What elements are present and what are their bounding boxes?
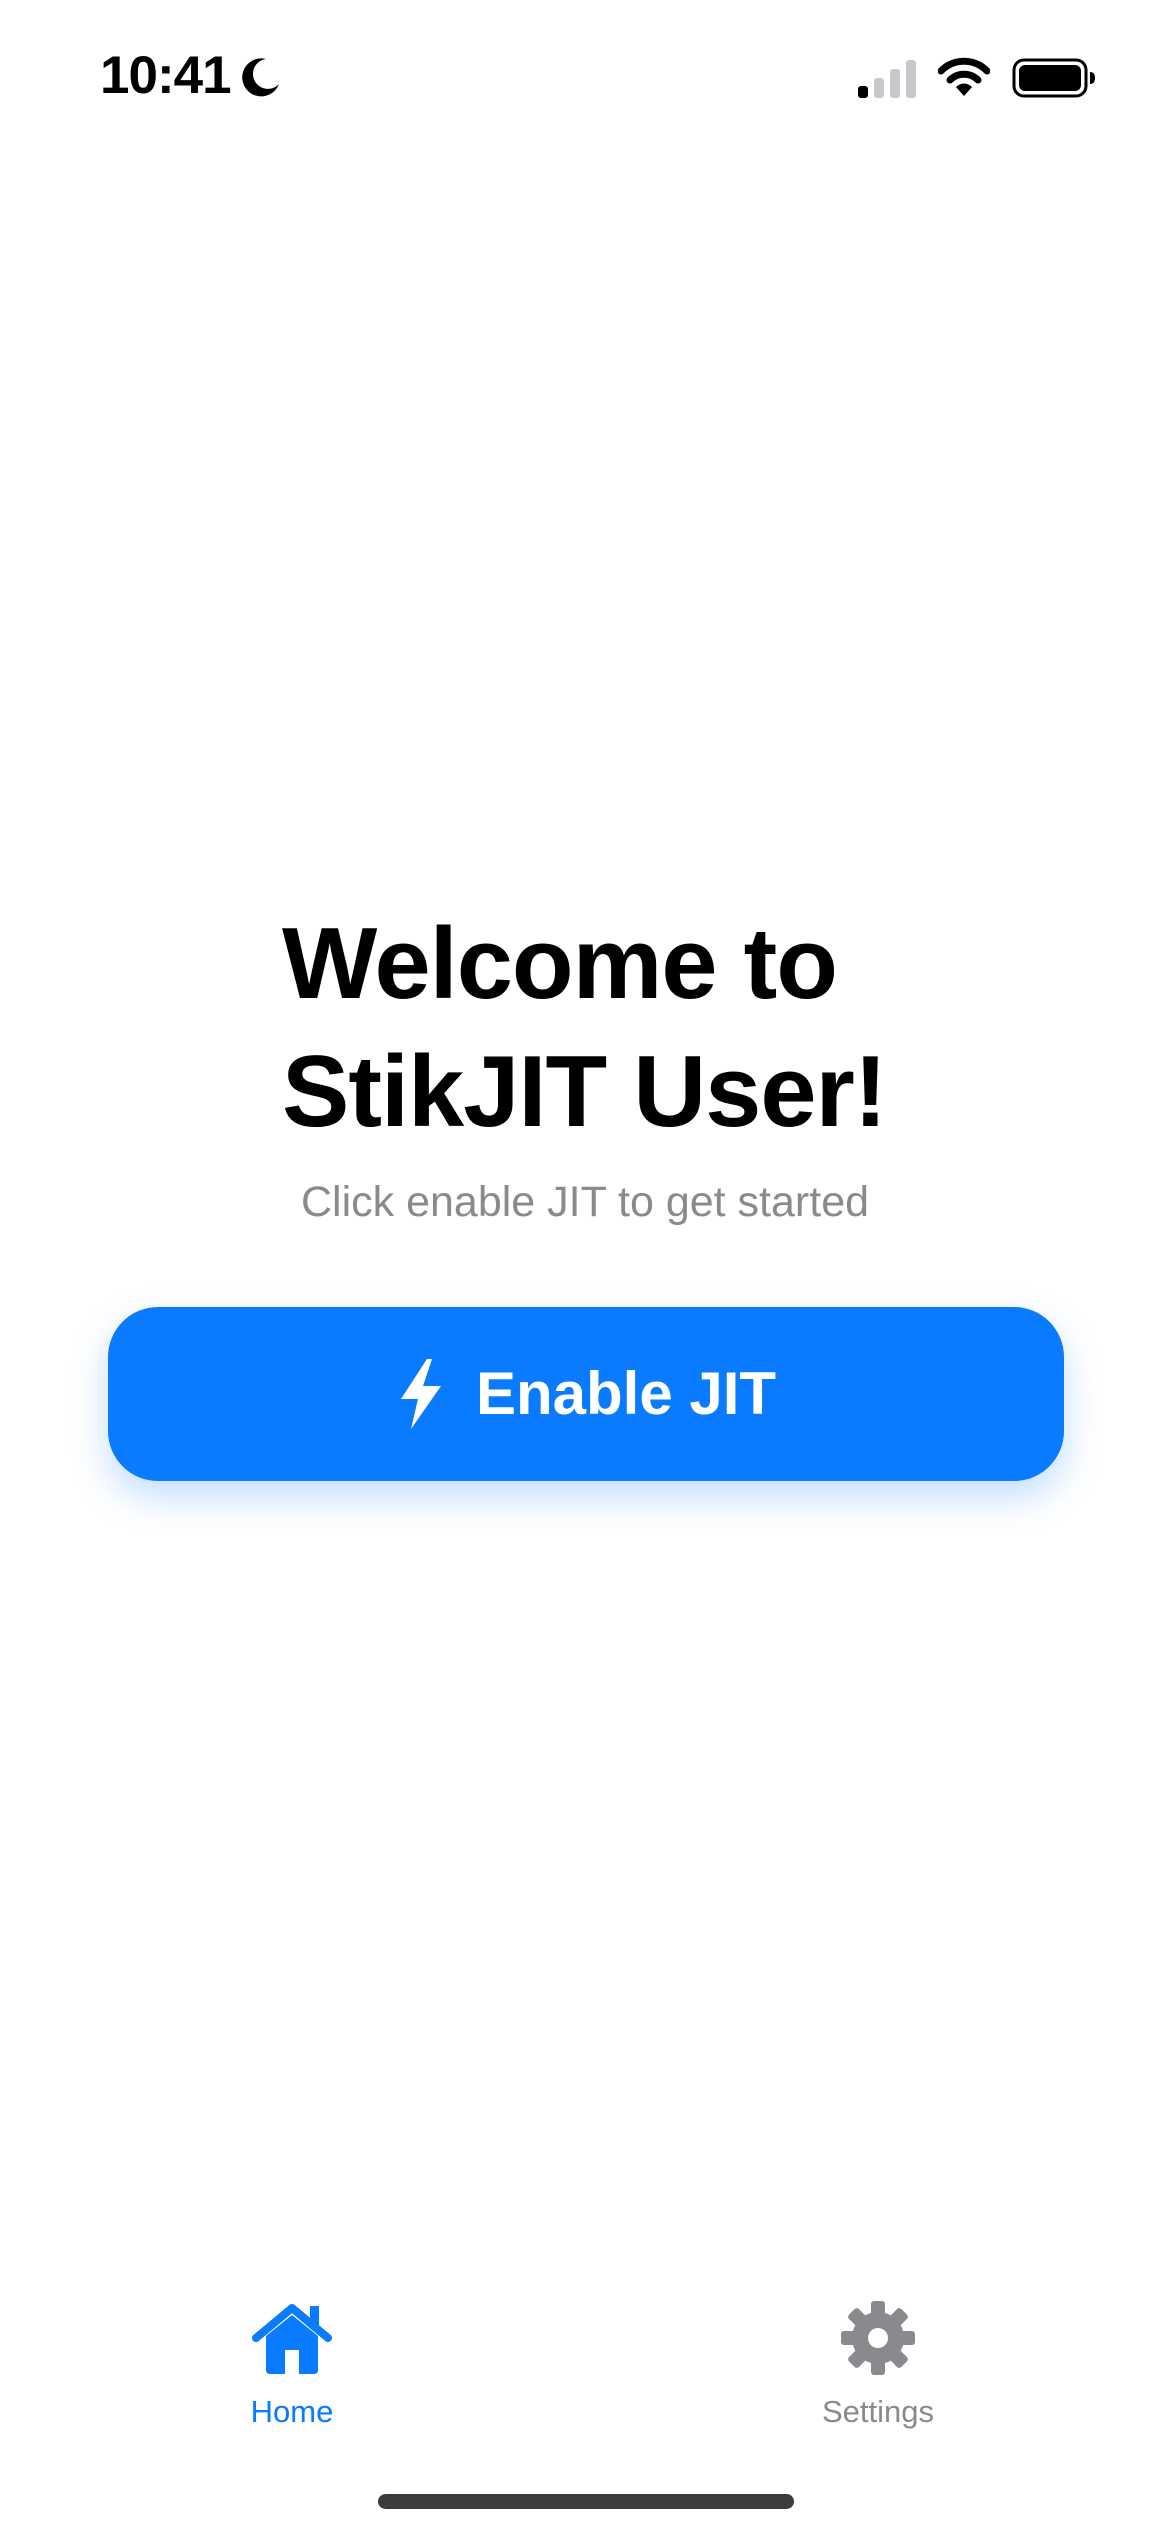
moon-icon: [242, 58, 279, 97]
tab-bar: Home Settings: [0, 2270, 1170, 2460]
house-icon: [252, 2304, 332, 2374]
tab-settings[interactable]: Settings: [758, 2300, 998, 2440]
battery-icon: [1012, 58, 1095, 98]
status-bar: 10:41: [0, 0, 1170, 150]
enable-jit-label: Enable JIT: [475, 1360, 777, 1427]
home-indicator[interactable]: [378, 2494, 794, 2509]
tab-settings-label: Settings: [821, 2394, 934, 2429]
gear-icon: [841, 2301, 915, 2375]
status-time: 10:41: [100, 46, 232, 105]
welcome-heading: Welcome to StikJIT User!: [282, 900, 982, 1156]
tab-home[interactable]: Home: [172, 2300, 412, 2440]
welcome-title-line2: StikJIT User!: [282, 1036, 887, 1148]
signal-icon: [858, 60, 916, 98]
welcome-title-line1: Welcome to: [282, 908, 838, 1020]
enable-jit-button[interactable]: Enable JIT: [108, 1307, 1064, 1481]
bolt-icon: [400, 1359, 441, 1429]
wifi-icon: [938, 57, 990, 96]
tab-home-label: Home: [250, 2394, 334, 2429]
welcome-subtitle: Click enable JIT to get started: [300, 1178, 870, 1226]
